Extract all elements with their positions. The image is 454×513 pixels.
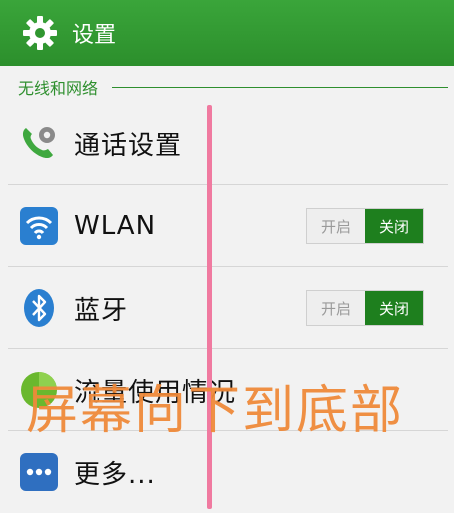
bluetooth-icon: [18, 287, 60, 329]
toggle-on-option[interactable]: 开启: [307, 291, 365, 325]
section-divider: [112, 86, 448, 88]
section-title: 无线和网络: [18, 79, 99, 98]
setting-item-call[interactable]: 通话设置: [8, 102, 448, 184]
toggle-off-option[interactable]: 关闭: [365, 209, 423, 243]
setting-label: 更多...: [74, 459, 156, 490]
setting-item-wlan[interactable]: WLAN 开启 关闭: [8, 185, 448, 267]
setting-label: 通话设置: [74, 130, 183, 161]
action-bar: 设置: [0, 0, 454, 66]
phone-gear-icon: [18, 122, 60, 164]
setting-label: WLAN: [74, 211, 157, 241]
toggle-off-option[interactable]: 关闭: [365, 291, 423, 325]
setting-label: 蓝牙: [74, 295, 129, 326]
gear-icon: [23, 16, 57, 50]
setting-item-more[interactable]: 更多...: [8, 431, 448, 513]
swipe-gesture-line: [207, 105, 212, 509]
setting-item-bluetooth[interactable]: 蓝牙 开启 关闭: [8, 267, 448, 349]
page-title: 设置: [72, 23, 117, 48]
wifi-icon: [18, 205, 60, 247]
instruction-overlay-text: 屏幕向下到底部: [26, 381, 405, 441]
wlan-toggle[interactable]: 开启 关闭: [306, 208, 424, 244]
toggle-on-option[interactable]: 开启: [307, 209, 365, 243]
bluetooth-toggle[interactable]: 开启 关闭: [306, 290, 424, 326]
section-header-wireless: 无线和网络: [0, 72, 454, 102]
more-icon: [18, 451, 60, 493]
